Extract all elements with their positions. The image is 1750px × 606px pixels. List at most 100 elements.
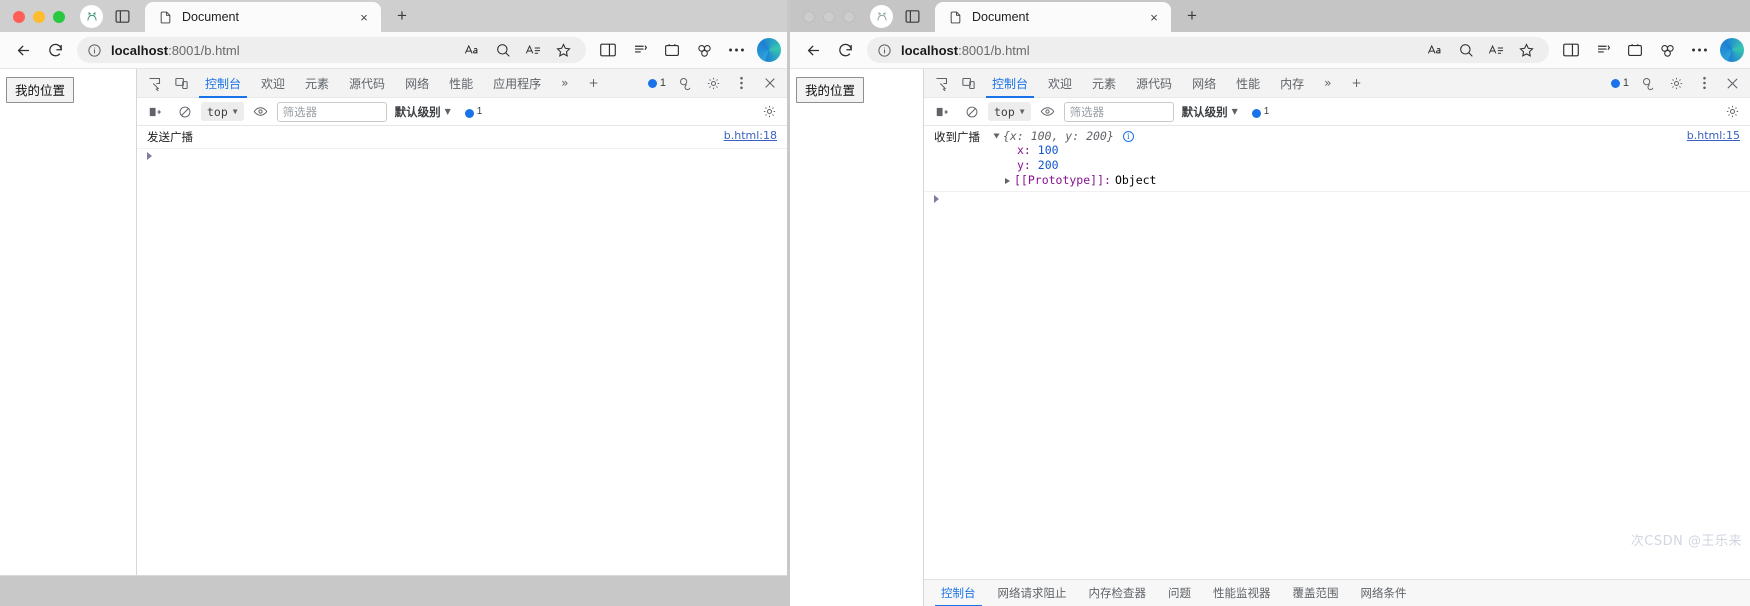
- no-entry-icon-right[interactable]: [958, 99, 985, 125]
- zoom-icon[interactable]: [490, 38, 516, 62]
- extensions-icon[interactable]: [689, 36, 719, 64]
- console-level-selector[interactable]: 默认级别 ▼: [390, 102, 456, 122]
- split-screen-icon-right[interactable]: [1556, 36, 1586, 64]
- devtools-tab-network-right[interactable]: 网络: [1182, 69, 1226, 98]
- console-object-header[interactable]: {x: 100, y: 200} i: [993, 129, 1156, 143]
- window-controls-right[interactable]: [790, 11, 855, 32]
- devtools-add-tab-button-right[interactable]: +: [1341, 69, 1371, 98]
- devtools-more-options-icon-right[interactable]: [1691, 70, 1718, 96]
- console-filter-input[interactable]: 筛选器: [276, 101, 387, 122]
- back-button[interactable]: [8, 36, 38, 64]
- reload-button-right[interactable]: [830, 36, 860, 64]
- tab-actions-icon-right[interactable]: [899, 3, 925, 29]
- drawer-tab-memory-inspector[interactable]: 内存检查器: [1078, 580, 1158, 606]
- read-aloud-icon[interactable]: [460, 38, 486, 62]
- devtools-sync-icon[interactable]: [672, 70, 699, 96]
- favorite-star-icon-right[interactable]: [1513, 38, 1539, 62]
- drawer-tab-coverage[interactable]: 覆盖范围: [1282, 580, 1350, 606]
- device-toolbar-icon[interactable]: [168, 70, 195, 96]
- collections-icon-right[interactable]: [1588, 36, 1618, 64]
- read-aloud-icon-right[interactable]: [1423, 38, 1449, 62]
- devtools-tab-elements[interactable]: 元素: [295, 69, 339, 98]
- devtools-add-tab-button[interactable]: +: [578, 69, 608, 98]
- console-output-left[interactable]: 发送广播 b.html:18: [137, 126, 787, 576]
- devtools-close-icon-right[interactable]: [1719, 70, 1746, 96]
- devtools-close-icon[interactable]: [756, 70, 783, 96]
- drawer-tab-network-request-blocking[interactable]: 网络请求阻止: [987, 580, 1078, 606]
- site-info-icon[interactable]: [87, 43, 102, 58]
- settings-and-more-icon-right[interactable]: [1684, 36, 1714, 64]
- maximize-window-button-right[interactable]: [843, 11, 855, 23]
- collections-icon[interactable]: [625, 36, 655, 64]
- devtools-tab-network[interactable]: 网络: [395, 69, 439, 98]
- devtools-tab-performance[interactable]: 性能: [439, 69, 483, 98]
- console-message-right[interactable]: 收到广播 {x: 100, y: 200} i x: 100 y: 200 [[…: [924, 126, 1750, 192]
- browser-essentials-icon[interactable]: [657, 36, 687, 64]
- console-filter-input-right[interactable]: 筛选器: [1063, 101, 1174, 122]
- new-tab-button-right[interactable]: +: [1179, 3, 1205, 29]
- browser-tab-document[interactable]: Document ×: [145, 2, 381, 32]
- back-button-right[interactable]: [798, 36, 828, 64]
- console-issue-badge-right[interactable]: 1: [1246, 106, 1269, 118]
- immersive-reader-icon[interactable]: [520, 38, 546, 62]
- devtools-tab-sources-right[interactable]: 源代码: [1126, 69, 1182, 98]
- console-prompt-right[interactable]: [924, 192, 1750, 206]
- immersive-reader-icon-right[interactable]: [1483, 38, 1509, 62]
- drawer-tab-console[interactable]: 控制台: [930, 580, 987, 606]
- tab-actions-icon[interactable]: [109, 3, 135, 29]
- copilot-icon-right[interactable]: [1720, 38, 1744, 62]
- split-screen-icon[interactable]: [593, 36, 623, 64]
- devtools-tab-memory-right[interactable]: 内存: [1270, 69, 1314, 98]
- devtools-settings-gear-icon[interactable]: [700, 70, 727, 96]
- devtools-tab-console[interactable]: 控制台: [195, 69, 251, 98]
- minimize-window-button[interactable]: [33, 11, 45, 23]
- devtools-tab-console-right[interactable]: 控制台: [982, 69, 1038, 98]
- my-position-button[interactable]: 我的位置: [6, 77, 75, 103]
- console-output-right[interactable]: 收到广播 {x: 100, y: 200} i x: 100 y: 200 [[…: [924, 126, 1750, 579]
- browser-tab-document-right[interactable]: Document ×: [935, 2, 1171, 32]
- devtools-more-tabs-button[interactable]: »: [551, 69, 578, 98]
- console-object-prototype-row[interactable]: [[Prototype]]: Object: [994, 173, 1156, 188]
- issues-badge-right[interactable]: 1: [1606, 77, 1634, 89]
- live-expression-eye-icon-right[interactable]: [1034, 99, 1061, 125]
- expand-triangle-icon-prototype[interactable]: [1005, 177, 1010, 184]
- window-controls-left[interactable]: [0, 11, 65, 32]
- my-position-button-right[interactable]: 我的位置: [796, 77, 865, 103]
- console-message-source-link[interactable]: b.html:18: [724, 129, 777, 142]
- minimize-window-button-right[interactable]: [823, 11, 835, 23]
- extensions-icon-right[interactable]: [1652, 36, 1682, 64]
- close-window-button[interactable]: [13, 11, 25, 23]
- copilot-icon[interactable]: [757, 38, 781, 62]
- settings-and-more-icon[interactable]: [721, 36, 751, 64]
- inspect-element-icon[interactable]: [141, 70, 168, 96]
- devtools-settings-gear-icon-right[interactable]: [1663, 70, 1690, 96]
- devtools-tab-elements-right[interactable]: 元素: [1082, 69, 1126, 98]
- issues-badge[interactable]: 1: [643, 77, 671, 89]
- browser-essentials-icon-right[interactable]: [1620, 36, 1650, 64]
- close-window-button-right[interactable]: [803, 11, 815, 23]
- info-icon[interactable]: i: [1122, 130, 1134, 142]
- devtools-more-options-icon[interactable]: [728, 70, 755, 96]
- devtools-tab-performance-right[interactable]: 性能: [1226, 69, 1270, 98]
- devtools-sync-icon-right[interactable]: [1635, 70, 1662, 96]
- reload-button[interactable]: [40, 36, 70, 64]
- drawer-tab-performance-monitor[interactable]: 性能监视器: [1202, 580, 1282, 606]
- profile-avatar[interactable]: [80, 5, 103, 28]
- device-toolbar-icon-right[interactable]: [955, 70, 982, 96]
- console-message-source-link-right[interactable]: b.html:15: [1687, 129, 1740, 142]
- address-bar[interactable]: localhost:8001/b.html: [77, 37, 586, 63]
- console-settings-gear-icon-right[interactable]: [1719, 99, 1746, 125]
- maximize-window-button[interactable]: [53, 11, 65, 23]
- console-context-selector[interactable]: top ▼: [201, 102, 244, 121]
- clear-console-icon[interactable]: [141, 99, 168, 125]
- drawer-tab-network-conditions[interactable]: 网络条件: [1350, 580, 1418, 606]
- inspect-element-icon-right[interactable]: [928, 70, 955, 96]
- console-settings-gear-icon[interactable]: [756, 99, 783, 125]
- devtools-more-tabs-button-right[interactable]: »: [1314, 69, 1341, 98]
- console-context-selector-right[interactable]: top ▼: [988, 102, 1031, 121]
- favorite-star-icon[interactable]: [550, 38, 576, 62]
- devtools-tab-application[interactable]: 应用程序: [483, 69, 551, 98]
- zoom-icon-right[interactable]: [1453, 38, 1479, 62]
- close-tab-button-right[interactable]: ×: [1145, 8, 1163, 26]
- expand-triangle-icon[interactable]: [993, 133, 1000, 139]
